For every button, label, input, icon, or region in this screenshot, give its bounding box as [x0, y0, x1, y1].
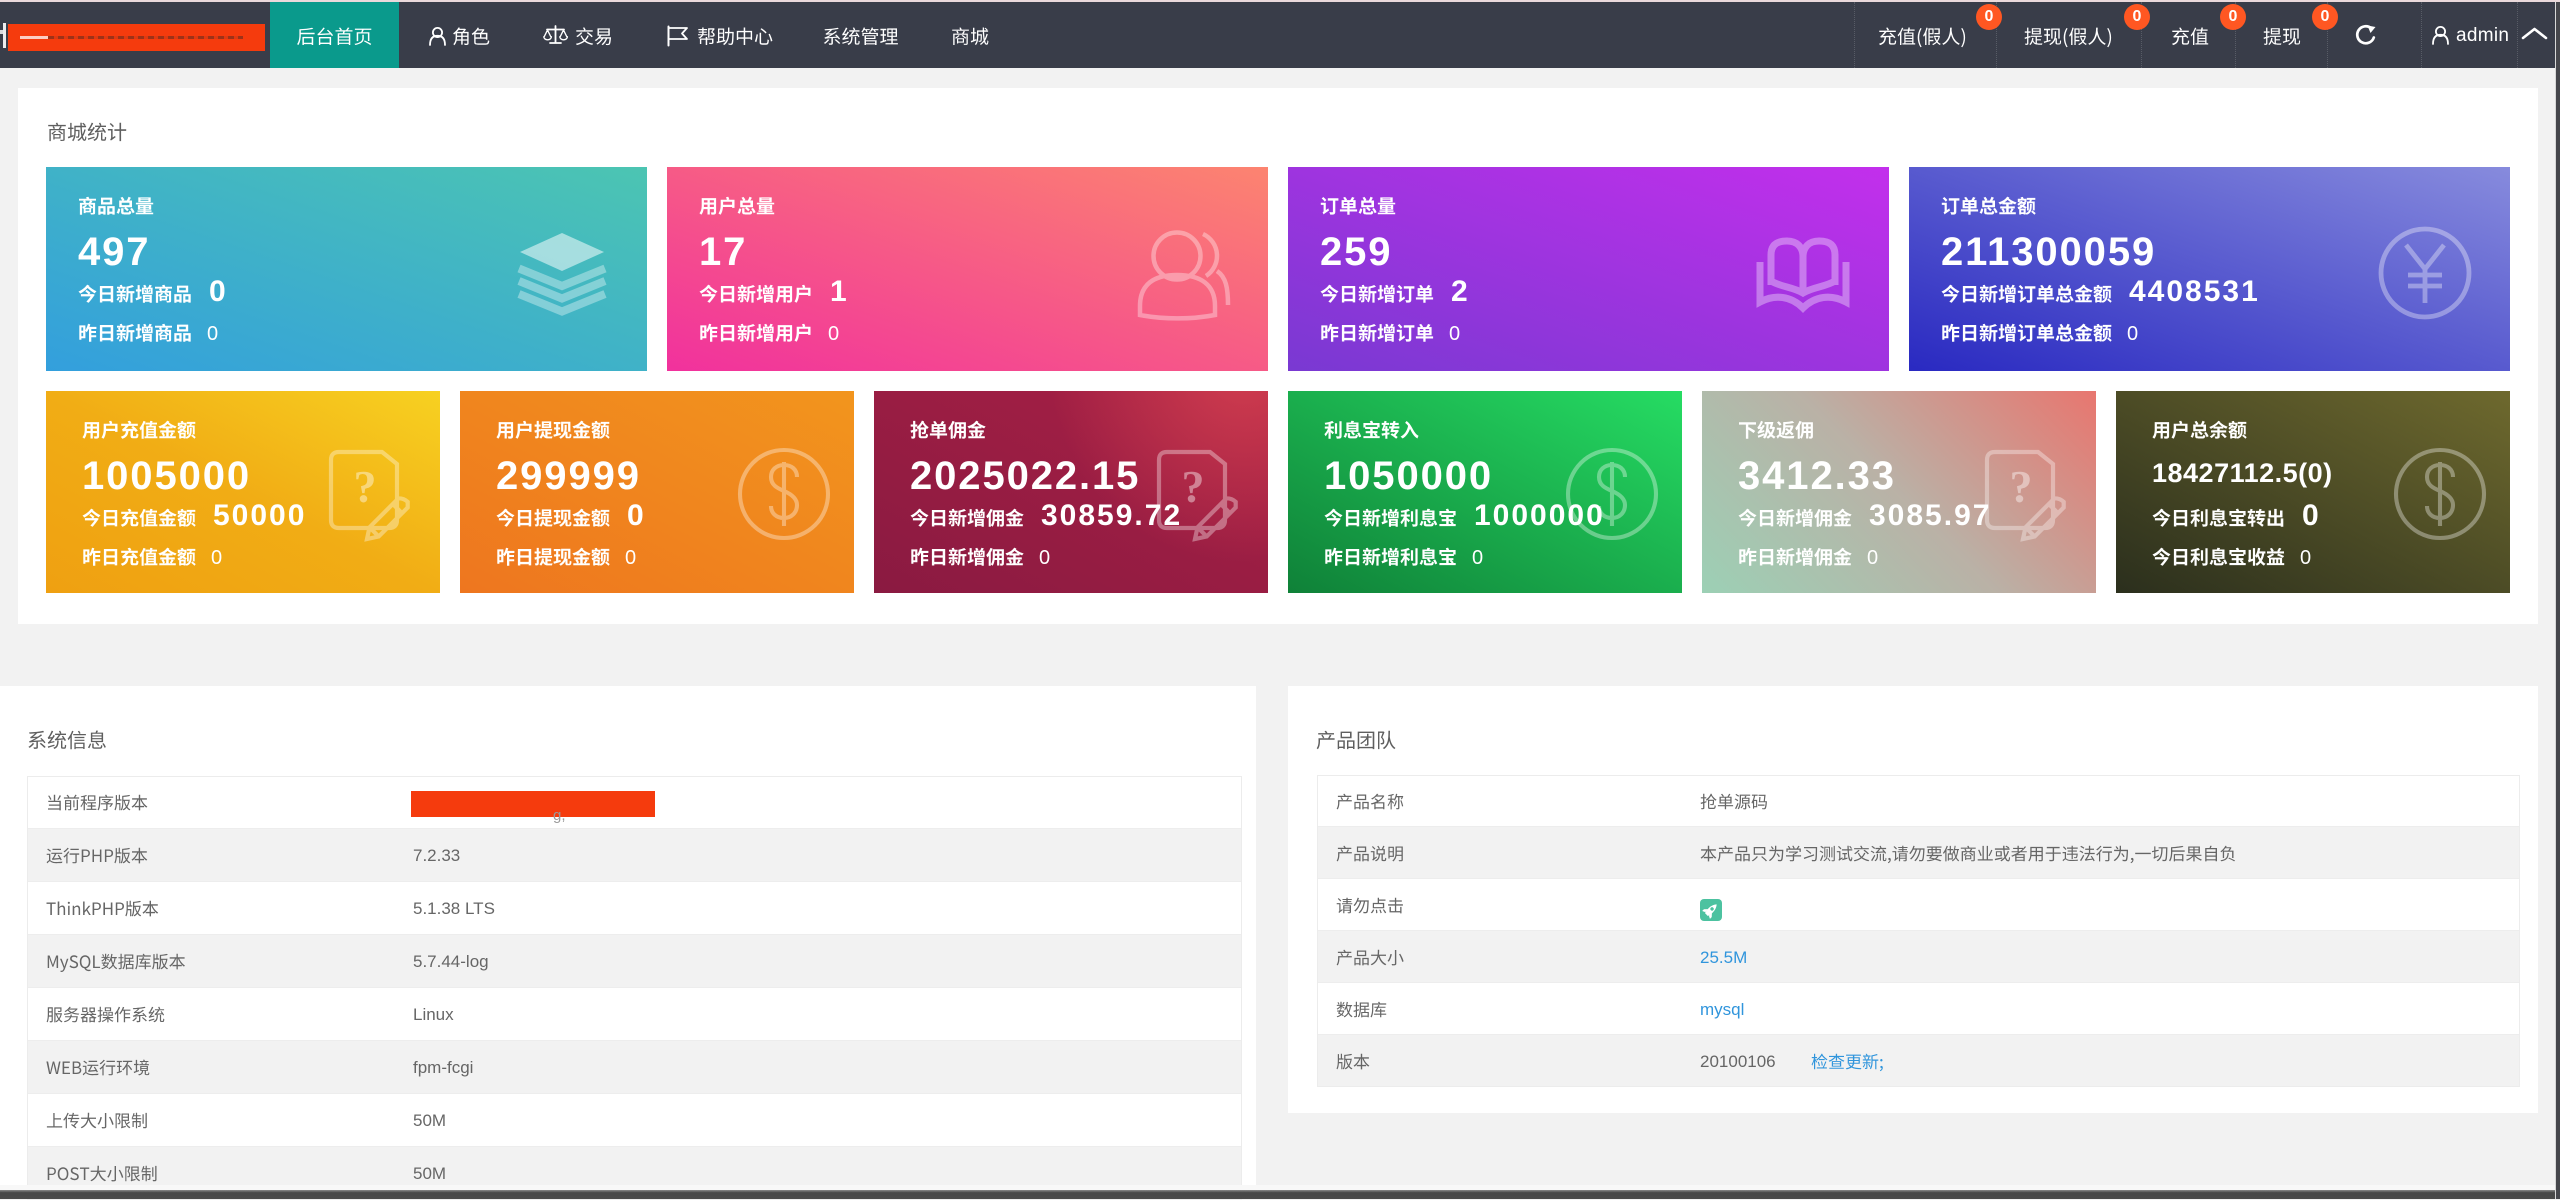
- svg-text:497: 497: [78, 230, 150, 274]
- svg-text:211300059: 211300059: [1941, 230, 2156, 274]
- svg-text:1005000: 1005000: [82, 454, 251, 498]
- svg-text:0: 0: [209, 275, 228, 308]
- svg-text:25.5M: 25.5M: [1700, 948, 1747, 967]
- svg-text:0: 0: [1472, 547, 1484, 569]
- svg-text:3085.97: 3085.97: [1869, 499, 1991, 532]
- svg-text:259: 259: [1320, 230, 1392, 274]
- svg-text:0: 0: [1867, 547, 1879, 569]
- svg-text:0: 0: [211, 547, 223, 569]
- svg-text:?: ?: [2010, 461, 2033, 512]
- svg-text:3412.33: 3412.33: [1738, 454, 1896, 498]
- svg-text:0: 0: [1039, 547, 1051, 569]
- svg-text:50M: 50M: [413, 1111, 446, 1130]
- svg-text:0: 0: [627, 499, 646, 532]
- svg-text:0: 0: [625, 547, 637, 569]
- svg-text:2025022.15: 2025022.15: [910, 454, 1140, 498]
- svg-text:20100106: 20100106: [1700, 1052, 1776, 1071]
- svg-text:0: 0: [1449, 323, 1461, 345]
- svg-text:0: 0: [2302, 499, 2321, 532]
- svg-text:50M: 50M: [413, 1164, 446, 1183]
- svg-text:fpm-fcgi: fpm-fcgi: [413, 1058, 473, 1077]
- svg-text:18427112.5(0): 18427112.5(0): [2152, 458, 2333, 488]
- svg-text:1050000: 1050000: [1324, 454, 1493, 498]
- svg-text:5.7.44-log: 5.7.44-log: [413, 952, 489, 971]
- svg-text:4408531: 4408531: [2129, 275, 2260, 308]
- svg-text:1: 1: [830, 275, 849, 308]
- svg-text:0: 0: [207, 323, 219, 345]
- svg-text:0: 0: [2300, 547, 2312, 569]
- svg-text:2: 2: [1451, 275, 1470, 308]
- svg-text:7.2.33: 7.2.33: [413, 846, 460, 865]
- svg-text:?: ?: [354, 461, 377, 512]
- svg-text:Linux: Linux: [413, 1005, 454, 1024]
- svg-text:g,: g,: [553, 807, 566, 824]
- svg-text:mysql: mysql: [1700, 1000, 1744, 1019]
- svg-text:17: 17: [699, 230, 747, 274]
- svg-text:admin: admin: [2456, 25, 2509, 46]
- svg-text:0: 0: [828, 323, 840, 345]
- svg-text:299999: 299999: [496, 454, 641, 498]
- svg-text:5.1.38 LTS: 5.1.38 LTS: [413, 899, 495, 918]
- svg-text:0: 0: [2127, 323, 2139, 345]
- svg-text:50000: 50000: [213, 499, 306, 532]
- svg-text:?: ?: [1182, 461, 1205, 512]
